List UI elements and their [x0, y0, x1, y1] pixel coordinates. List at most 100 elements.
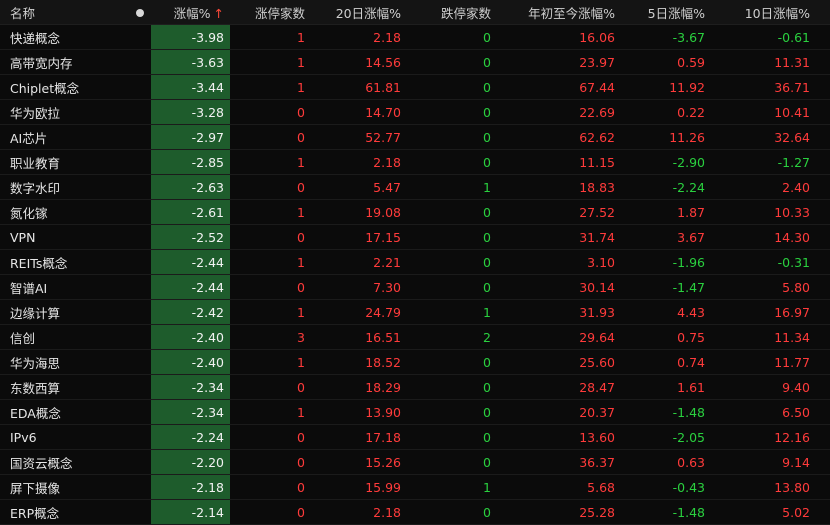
cell-5d-change: 0.75	[631, 324, 721, 350]
table-row[interactable]: VPN -2.52 0 17.15 0 31.74 3.67 14.30	[0, 224, 830, 250]
cell-10d-change: -0.31	[721, 249, 830, 275]
column-header-pct[interactable]: 涨幅% ↑	[151, 0, 230, 25]
table-row[interactable]: REITs概念 -2.44 1 2.21 0 3.10 -1.96 -0.31	[0, 249, 830, 275]
table-body: 快递概念 -3.98 1 2.18 0 16.06 -3.67 -0.61 高带宽内存 -3.63…	[0, 24, 830, 525]
cell-ytd-change: 11.15	[507, 149, 631, 175]
cell-10d-change: 5.02	[721, 499, 830, 525]
cell-marker	[128, 224, 151, 250]
cell-5d-change: -2.24	[631, 174, 721, 200]
cell-ytd-change: 16.06	[507, 24, 631, 50]
cell-ytd-change: 13.60	[507, 424, 631, 450]
cell-20d-change: 15.26	[321, 449, 417, 475]
cell-name: 数字水印	[0, 174, 128, 200]
cell-limit-down: 0	[417, 224, 507, 250]
cell-limit-up: 1	[230, 49, 321, 75]
table-row[interactable]: ERP概念 -2.14 0 2.18 0 25.28 -1.48 5.02	[0, 499, 830, 525]
dot-icon	[135, 9, 144, 17]
cell-20d-change: 18.52	[321, 349, 417, 375]
cell-20d-change: 14.56	[321, 49, 417, 75]
cell-10d-change: 12.16	[721, 424, 830, 450]
cell-5d-change: 3.67	[631, 224, 721, 250]
cell-ytd-change: 28.47	[507, 374, 631, 400]
table-row[interactable]: 智谱AI -2.44 0 7.30 0 30.14 -1.47 5.80	[0, 274, 830, 300]
cell-limit-up: 0	[230, 374, 321, 400]
cell-5d-change: 11.92	[631, 74, 721, 100]
table-row[interactable]: Chiplet概念 -3.44 1 61.81 0 67.44 11.92 36.71	[0, 74, 830, 100]
table-row[interactable]: 快递概念 -3.98 1 2.18 0 16.06 -3.67 -0.61	[0, 24, 830, 50]
cell-marker	[128, 299, 151, 325]
cell-pct: -3.44	[151, 74, 230, 100]
cell-10d-change: 11.34	[721, 324, 830, 350]
cell-limit-down: 2	[417, 324, 507, 350]
table-row[interactable]: IPv6 -2.24 0 17.18 0 13.60 -2.05 12.16	[0, 424, 830, 450]
table-row[interactable]: EDA概念 -2.34 1 13.90 0 20.37 -1.48 6.50	[0, 399, 830, 425]
column-header-marker[interactable]	[128, 0, 151, 25]
cell-name: 华为海思	[0, 349, 128, 375]
column-header-limit-up[interactable]: 涨停家数	[230, 0, 321, 25]
table-row[interactable]: 职业教育 -2.85 1 2.18 0 11.15 -2.90 -1.27	[0, 149, 830, 175]
cell-marker	[128, 74, 151, 100]
column-header-5d-change[interactable]: 5日涨幅%	[631, 0, 721, 25]
cell-limit-down: 1	[417, 474, 507, 500]
cell-name: 屏下摄像	[0, 474, 128, 500]
cell-ytd-change: 29.64	[507, 324, 631, 350]
table-row[interactable]: 华为海思 -2.40 1 18.52 0 25.60 0.74 11.77	[0, 349, 830, 375]
table-row[interactable]: 信创 -2.40 3 16.51 2 29.64 0.75 11.34	[0, 324, 830, 350]
cell-pct: -2.34	[151, 399, 230, 425]
cell-limit-down: 1	[417, 174, 507, 200]
table-row[interactable]: 边缘计算 -2.42 1 24.79 1 31.93 4.43 16.97	[0, 299, 830, 325]
cell-marker	[128, 249, 151, 275]
cell-marker	[128, 449, 151, 475]
table-row[interactable]: 国资云概念 -2.20 0 15.26 0 36.37 0.63 9.14	[0, 449, 830, 475]
column-header-limit-down[interactable]: 跌停家数	[417, 0, 507, 25]
table-row[interactable]: 数字水印 -2.63 0 5.47 1 18.83 -2.24 2.40	[0, 174, 830, 200]
cell-ytd-change: 31.74	[507, 224, 631, 250]
cell-marker	[128, 349, 151, 375]
column-header-20d-change[interactable]: 20日涨幅%	[321, 0, 417, 25]
cell-ytd-change: 62.62	[507, 124, 631, 150]
cell-20d-change: 2.18	[321, 499, 417, 525]
cell-5d-change: 1.87	[631, 199, 721, 225]
cell-pct: -2.63	[151, 174, 230, 200]
cell-limit-down: 0	[417, 374, 507, 400]
cell-name: ERP概念	[0, 499, 128, 525]
cell-name: EDA概念	[0, 399, 128, 425]
cell-name: AI芯片	[0, 124, 128, 150]
cell-5d-change: -2.05	[631, 424, 721, 450]
cell-ytd-change: 18.83	[507, 174, 631, 200]
cell-ytd-change: 25.60	[507, 349, 631, 375]
table-row[interactable]: 华为欧拉 -3.28 0 14.70 0 22.69 0.22 10.41	[0, 99, 830, 125]
cell-limit-down: 0	[417, 49, 507, 75]
cell-marker	[128, 174, 151, 200]
column-header-pct-label: 涨幅%	[173, 5, 211, 21]
cell-limit-up: 1	[230, 249, 321, 275]
cell-pct: -2.85	[151, 149, 230, 175]
cell-5d-change: 0.63	[631, 449, 721, 475]
cell-pct: -2.44	[151, 274, 230, 300]
column-header-name[interactable]: 名称	[0, 0, 128, 25]
cell-name: 智谱AI	[0, 274, 128, 300]
cell-ytd-change: 31.93	[507, 299, 631, 325]
cell-10d-change: 13.80	[721, 474, 830, 500]
cell-20d-change: 2.18	[321, 24, 417, 50]
cell-pct: -2.97	[151, 124, 230, 150]
cell-10d-change: 10.41	[721, 99, 830, 125]
table-row[interactable]: 高带宽内存 -3.63 1 14.56 0 23.97 0.59 11.31	[0, 49, 830, 75]
cell-marker	[128, 424, 151, 450]
cell-name: 高带宽内存	[0, 49, 128, 75]
cell-limit-down: 0	[417, 399, 507, 425]
table-row[interactable]: 屏下摄像 -2.18 0 15.99 1 5.68 -0.43 13.80	[0, 474, 830, 500]
table-row[interactable]: AI芯片 -2.97 0 52.77 0 62.62 11.26 32.64	[0, 124, 830, 150]
cell-5d-change: -3.67	[631, 24, 721, 50]
table-row[interactable]: 氮化镓 -2.61 1 19.08 0 27.52 1.87 10.33	[0, 199, 830, 225]
cell-pct: -2.40	[151, 349, 230, 375]
cell-20d-change: 19.08	[321, 199, 417, 225]
cell-limit-up: 0	[230, 124, 321, 150]
column-header-ytd-change[interactable]: 年初至今涨幅%	[507, 0, 631, 25]
cell-limit-up: 1	[230, 24, 321, 50]
cell-limit-down: 0	[417, 24, 507, 50]
cell-pct: -3.98	[151, 24, 230, 50]
cell-name: 国资云概念	[0, 449, 128, 475]
column-header-10d-change[interactable]: 10日涨幅%	[721, 0, 830, 25]
table-row[interactable]: 东数西算 -2.34 0 18.29 0 28.47 1.61 9.40	[0, 374, 830, 400]
